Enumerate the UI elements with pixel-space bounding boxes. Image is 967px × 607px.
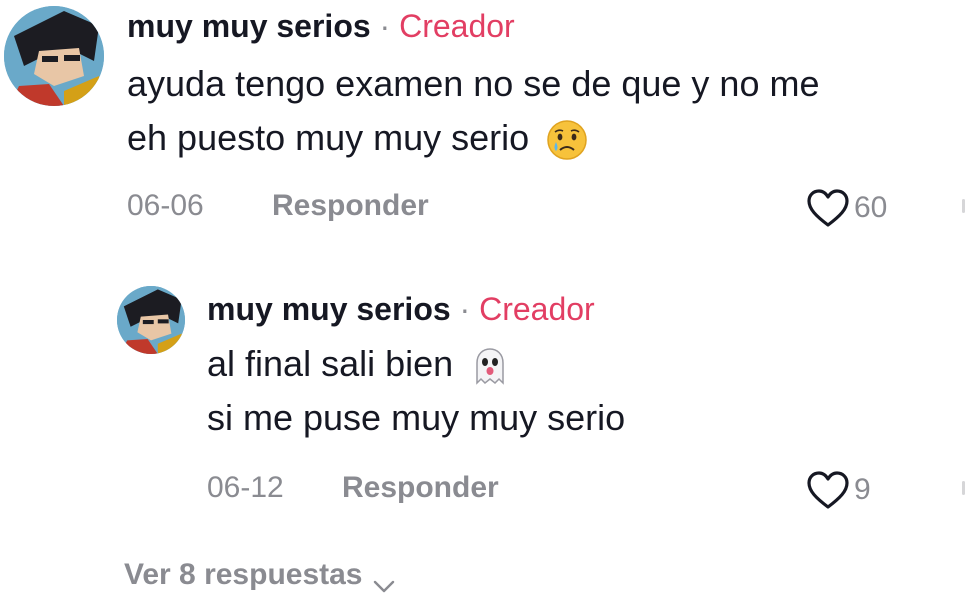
scroll-indicator <box>962 481 965 495</box>
crying-face-icon <box>545 118 589 162</box>
separator-dot: · <box>379 8 391 44</box>
reply-button[interactable]: Responder <box>342 471 499 505</box>
username[interactable]: muy muy serios <box>207 291 451 327</box>
like-button[interactable]: 60 <box>806 188 887 228</box>
like-count: 60 <box>854 191 888 224</box>
avatar[interactable] <box>4 6 104 106</box>
comment-header: muy muy serios · Creador <box>127 8 515 45</box>
avatar-image <box>4 6 104 106</box>
comment-text-line: ayuda tengo examen no se de que y no me <box>127 63 820 104</box>
view-replies-label: Ver 8 respuestas <box>124 558 363 591</box>
username[interactable]: muy muy serios <box>127 8 371 44</box>
reply-button[interactable]: Responder <box>272 189 429 223</box>
creator-badge: Creador <box>479 291 595 327</box>
creator-badge: Creador <box>399 8 515 44</box>
separator-dot: · <box>459 291 471 327</box>
view-replies-button[interactable]: Ver 8 respuestas <box>124 558 395 593</box>
comment-date: 06-06 <box>127 189 204 222</box>
heart-icon <box>806 188 850 228</box>
comment-date: 06-12 <box>207 471 284 504</box>
like-button[interactable]: 9 <box>806 470 871 510</box>
like-count: 9 <box>854 473 871 506</box>
avatar[interactable] <box>117 286 185 354</box>
comment-header: muy muy serios · Creador <box>207 291 595 328</box>
avatar-image <box>117 286 185 354</box>
comment-text-line: si me puse muy muy serio <box>207 397 626 438</box>
comment-text-line: eh puesto muy muy serio <box>127 117 589 162</box>
comment-text: eh puesto muy muy serio <box>127 117 530 158</box>
scroll-indicator <box>962 199 965 213</box>
ghost-icon <box>469 345 511 387</box>
comment-text: al final sali bien <box>207 343 454 384</box>
heart-icon <box>806 470 850 510</box>
chevron-down-icon <box>373 568 395 593</box>
comment-text-line: al final sali bien <box>207 343 511 387</box>
